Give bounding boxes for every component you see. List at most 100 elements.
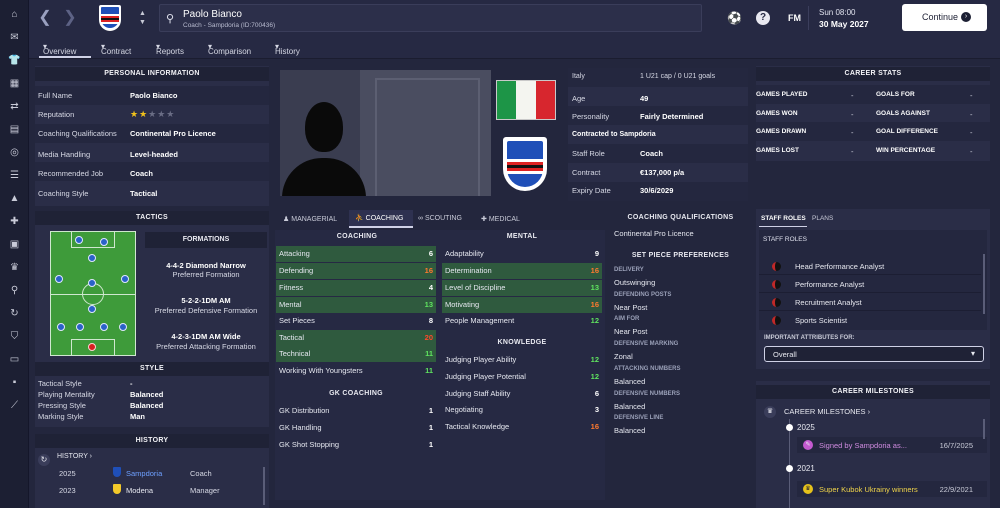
nationality-flag-italy[interactable] [496, 80, 556, 120]
tab-reports[interactable]: Reports ▾ [156, 42, 184, 56]
tab-comparison[interactable]: Comparison ▾ [208, 42, 251, 56]
attribute-row[interactable]: Defending 16 [276, 263, 436, 279]
managerial-icon: ♟ [283, 216, 290, 223]
attribute-row[interactable]: Attacking 6 [276, 246, 436, 262]
attribute-row[interactable]: Determination 16 [442, 263, 602, 279]
attribute-row[interactable]: Judging Player Ability 12 [442, 352, 602, 368]
dev-centre-icon[interactable]: ▪ [8, 377, 21, 388]
attribute-row[interactable]: Level of Discipline 13 [442, 280, 602, 296]
competitions-icon[interactable]: ♛ [8, 262, 21, 273]
tactics-icon[interactable]: ▦ [8, 78, 21, 89]
tab-plans[interactable]: PLANS [812, 215, 833, 222]
marking-style-value: Man [130, 412, 145, 421]
attribute-row[interactable]: Tactical Knowledge 16 [442, 419, 602, 435]
forward-icon[interactable]: ❯ [60, 8, 80, 28]
search-icon[interactable]: ⚲ [8, 285, 21, 296]
attribute-row[interactable]: GK Distribution 1 [276, 403, 436, 419]
tab-scouting-label: SCOUTING [424, 215, 462, 222]
history-role: Coach [190, 469, 212, 478]
formation-pitch[interactable] [50, 231, 136, 356]
coaching-section-title: COACHING [336, 233, 378, 240]
tab-staff-roles[interactable]: STAFF ROLES [761, 215, 806, 222]
attribute-row[interactable]: Negotiating 3 [442, 402, 602, 418]
tab-scouting[interactable]: ∞ SCOUTING [418, 215, 462, 222]
continue-arrow-icon: › [961, 12, 971, 22]
attribute-row[interactable]: Motivating 16 [442, 297, 602, 313]
shield-icon[interactable]: ⛉ [8, 331, 21, 342]
history-link[interactable]: HISTORY › [57, 453, 92, 460]
trophy-icon: ♛ [764, 406, 776, 418]
tab-contract[interactable]: Contract ▾ [101, 42, 131, 56]
help-icon[interactable]: ? [756, 11, 770, 25]
attribute-row[interactable]: Fitness 4 [276, 280, 436, 296]
coaching-qualifications-title: COACHING QUALIFICATIONS [627, 214, 734, 221]
history-scrollbar[interactable] [263, 467, 265, 505]
tab-history[interactable]: History ▾ [275, 42, 300, 56]
attribute-row[interactable]: Judging Staff Ability 6 [442, 386, 602, 402]
club-badge[interactable] [99, 5, 121, 31]
staff-role-row[interactable]: Performance Analyst [759, 276, 981, 293]
defending-posts-value: Near Post [614, 303, 648, 312]
attribute-row[interactable]: GK Shot Stopping 1 [276, 437, 436, 453]
history-refresh-icon[interactable]: ↻ [38, 454, 50, 466]
attribute-name: People Management [445, 316, 515, 325]
history-club-link[interactable]: Sampdoria [126, 469, 162, 478]
home-icon[interactable]: ⌂ [8, 9, 21, 20]
age-value: 49 [640, 94, 649, 103]
tab-overview[interactable]: Overview ▾ [43, 42, 76, 56]
calendar-icon[interactable] [808, 6, 809, 30]
employer-badge-sampdoria[interactable] [503, 137, 547, 191]
staff-role-row[interactable]: Head Performance Analyst [759, 258, 981, 275]
pressing-style-label: Pressing Style [38, 401, 86, 410]
scouting-icon[interactable]: ▤ [8, 124, 21, 135]
attribute-row[interactable]: Judging Player Potential 12 [442, 369, 602, 385]
attribute-row[interactable]: Adaptability 9 [442, 246, 602, 262]
tab-managerial[interactable]: ♟ MANAGERIAL [283, 215, 337, 223]
staff-role-row[interactable]: Recruitment Analyst [759, 294, 981, 311]
training-icon[interactable]: ▲ [8, 193, 21, 204]
career-milestones-link[interactable]: CAREER MILESTONES › [784, 407, 870, 416]
search-bar[interactable]: ⚲ Paolo Bianco Coach - Sampdoria (ID:700… [159, 4, 702, 32]
continue-button[interactable]: Continue › [902, 4, 987, 31]
inbox-icon[interactable]: ✉ [8, 32, 21, 43]
staff-roles-scrollbar[interactable] [983, 254, 985, 314]
career-stats-panel: CAREER STATS GAMES PLAYED - GOALS FOR - … [756, 66, 990, 161]
attribute-row[interactable]: GK Handling 1 [276, 420, 436, 436]
attribute-name: Mental [279, 300, 302, 309]
playing-mentality-label: Playing Mentality [38, 390, 95, 399]
club-vision-icon[interactable]: ◎ [8, 147, 21, 158]
attribute-row[interactable]: Working With Youngsters 11 [276, 363, 436, 379]
history-title: HISTORY [35, 434, 269, 448]
qualifications-value: Continental Pro Licence [130, 129, 216, 138]
attribute-row[interactable]: Tactical 20 [276, 330, 436, 346]
trophy-win-icon: ♛ [803, 484, 813, 494]
refresh-icon[interactable]: ↻ [8, 308, 21, 319]
back-icon[interactable]: ❮ [35, 8, 55, 28]
attribute-row[interactable]: Technical 11 [276, 346, 436, 362]
history-club-link[interactable]: Modena [126, 486, 153, 495]
squad-icon[interactable]: 👕 [8, 55, 21, 66]
tab-medical[interactable]: ✚ MEDICAL [481, 215, 520, 223]
medical-icon[interactable]: ✚ [8, 216, 21, 227]
staff-icon[interactable]: ☰ [8, 170, 21, 181]
milestone-row[interactable]: ✎ Signed by Sampdoria as... 16/7/2025 [797, 437, 987, 453]
milestones-scrollbar[interactable] [983, 419, 985, 439]
club-switch-arrows[interactable]: ▲ ▼ [139, 9, 146, 27]
finances-icon[interactable]: ▭ [8, 354, 21, 365]
role-indicator-icon [772, 262, 781, 271]
football-icon[interactable]: ⚽ [727, 11, 742, 25]
milestone-row[interactable]: ♛ Super Kubok Ukrainy winners 22/9/2021 [797, 481, 987, 497]
schedule-icon[interactable]: ▣ [8, 239, 21, 250]
expiry-date-label: Expiry Date [572, 186, 611, 195]
tab-coaching[interactable]: ⛹ COACHING [349, 210, 413, 228]
attribute-row[interactable]: Mental 13 [276, 297, 436, 313]
report-icon[interactable]: ⟋ [8, 400, 21, 411]
fm-menu-button[interactable]: FM [788, 13, 801, 23]
transfers-icon[interactable]: ⇄ [8, 101, 21, 112]
important-attributes-select[interactable]: Overall ▾ [764, 346, 984, 362]
attribute-row[interactable]: Set Pieces 8 [276, 313, 436, 329]
personality-value: Fairly Determined [640, 112, 704, 121]
attribute-row[interactable]: People Management 12 [442, 313, 602, 329]
staff-role-row[interactable]: Sports Scientist [759, 312, 981, 329]
staff-role-value: Coach [640, 149, 663, 158]
